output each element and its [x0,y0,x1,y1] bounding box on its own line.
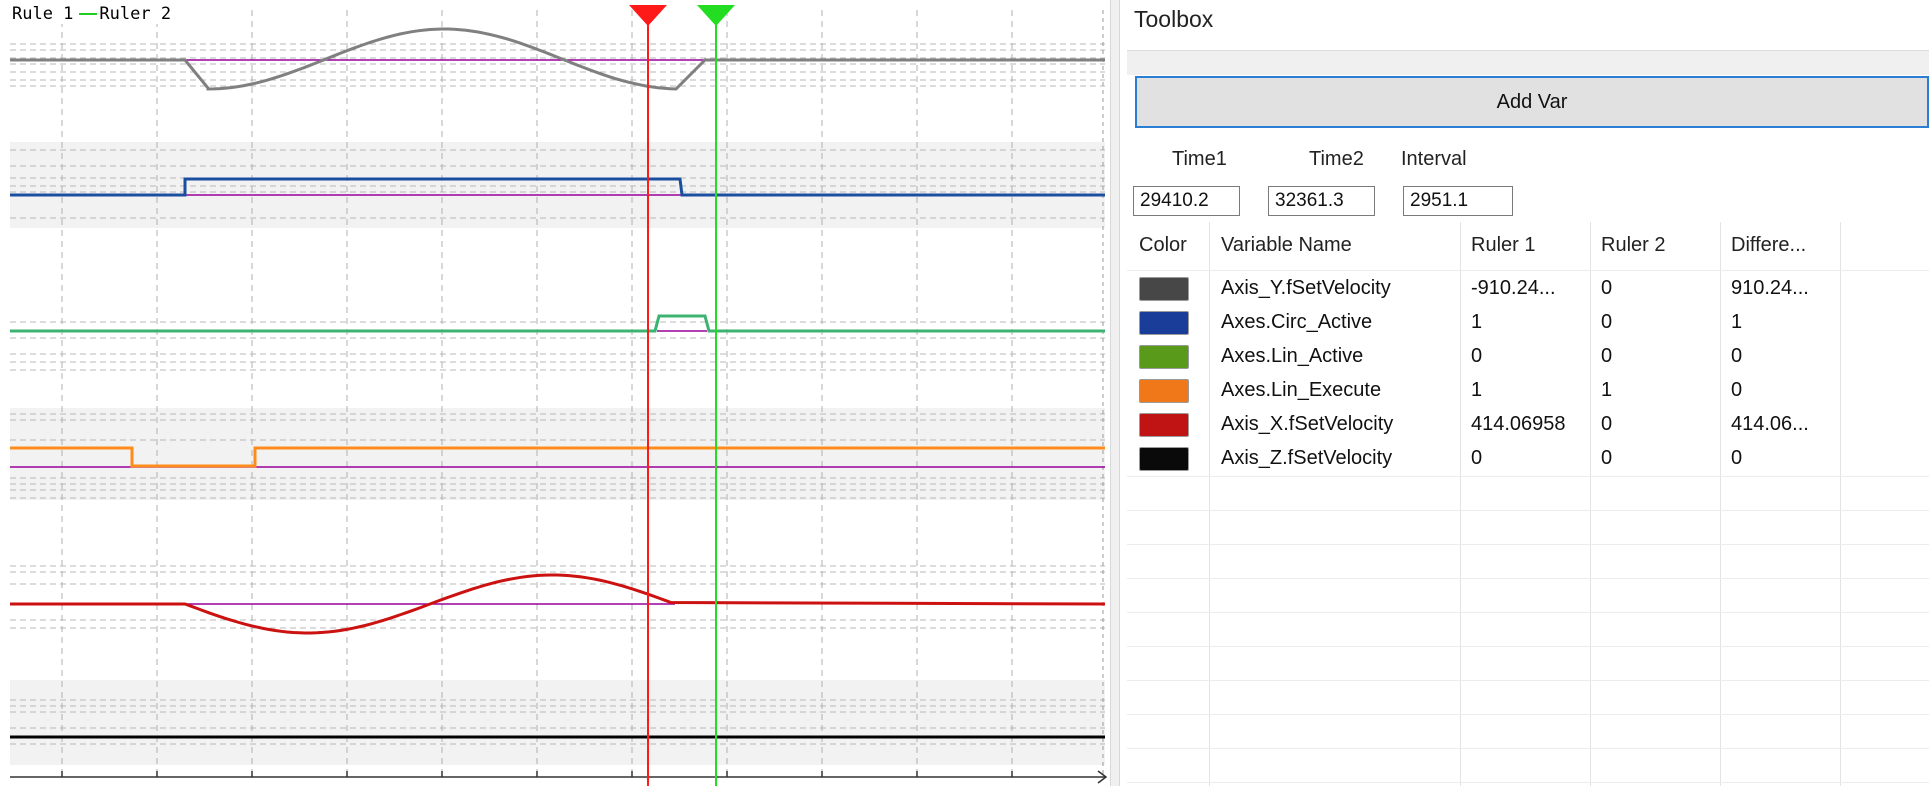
ruler1-value-cell: 414.06958 [1471,413,1566,435]
ruler1-handle[interactable] [629,5,667,26]
color-swatch[interactable] [1139,413,1189,437]
ruler1-value-cell: 0 [1471,447,1483,469]
ruler2-value-cell: 0 [1601,345,1613,367]
color-swatch[interactable] [1139,447,1189,471]
trace-plot[interactable] [0,0,1110,786]
interval-field[interactable]: 2951.1 [1403,186,1513,216]
add-var-button[interactable]: Add Var [1135,76,1929,128]
difference-value-cell: 0 [1731,447,1743,469]
interval-label: Interval [1401,148,1467,170]
toolbox-panel: Toolbox Add Var Time1 Time2 Interval 294… [1120,0,1929,786]
variable-name-cell: Axis_Y.fSetVelocity [1221,277,1391,299]
color-swatch[interactable] [1139,311,1189,335]
variable-table: Color Variable Name Ruler 1 Ruler 2 Diff… [1127,222,1929,786]
ruler2-value-cell: 0 [1601,447,1613,469]
ruler1-value-cell: 0 [1471,345,1483,367]
toolbox-header-band [1127,50,1929,75]
ruler1-value-cell: -910.24... [1471,277,1556,299]
ruler1-legend-label: Rule 1 [12,4,74,24]
difference-value-cell: 910.24... [1731,277,1809,299]
ruler2-value-cell: 0 [1601,413,1613,435]
ruler1-value-cell: 1 [1471,379,1483,401]
channel-band [10,408,1105,500]
table-row[interactable]: Axes.Lin_Active 0 0 0 [1127,340,1929,374]
variable-name-cell: Axes.Lin_Execute [1221,379,1382,401]
table-row[interactable]: Axis_Y.fSetVelocity -910.24... 0 910.24... [1127,272,1929,306]
time2-field[interactable]: 32361.3 [1268,186,1375,216]
channel-band [10,680,1105,765]
ruler1-value-cell: 1 [1471,311,1483,333]
trace-axes-lin-active [10,314,1105,333]
ruler-legend: Rule 1 Ruler 2 [12,4,172,24]
color-swatch[interactable] [1139,277,1189,301]
table-row[interactable]: Axis_Z.fSetVelocity 0 0 0 [1127,442,1929,476]
difference-value-cell: 0 [1731,345,1743,367]
col-header-variable-name[interactable]: Variable Name [1221,234,1352,257]
ruler2-legend-label: Ruler 2 [99,4,172,24]
time1-label: Time1 [1172,148,1227,170]
color-swatch[interactable] [1139,379,1189,403]
variable-name-cell: Axes.Circ_Active [1221,311,1373,333]
table-row[interactable]: Axes.Circ_Active 1 0 1 [1127,306,1929,340]
ruler2-value-cell: 0 [1601,277,1613,299]
variable-name-cell: Axis_Z.fSetVelocity [1221,447,1393,469]
variable-name-cell: Axes.Lin_Active [1221,345,1364,367]
time1-field[interactable]: 29410.2 [1133,186,1240,216]
ruler2-handle[interactable] [697,5,735,26]
table-row[interactable]: Axis_X.fSetVelocity 414.06958 0 414.06... [1127,408,1929,442]
toolbox-title: Toolbox [1134,6,1214,32]
difference-value-cell: 414.06... [1731,413,1809,435]
difference-value-cell: 0 [1731,379,1743,401]
color-swatch[interactable] [1139,345,1189,369]
col-header-color[interactable]: Color [1139,234,1187,257]
col-header-ruler1[interactable]: Ruler 1 [1471,234,1535,257]
trace-scope-panel[interactable]: Rule 1 Ruler 2 [0,0,1110,786]
variable-name-cell: Axis_X.fSetVelocity [1221,413,1394,435]
difference-value-cell: 1 [1731,311,1743,333]
ruler2-value-cell: 0 [1601,311,1613,333]
panel-splitter[interactable] [1110,0,1120,786]
ruler2-value-cell: 1 [1601,379,1613,401]
time2-label: Time2 [1309,148,1364,170]
ruler2-legend-swatch [79,13,98,15]
channel-band [10,142,1105,228]
col-header-difference[interactable]: Differe... [1731,234,1806,257]
col-header-ruler2[interactable]: Ruler 2 [1601,234,1665,257]
table-row[interactable]: Axes.Lin_Execute 1 1 0 [1127,374,1929,408]
